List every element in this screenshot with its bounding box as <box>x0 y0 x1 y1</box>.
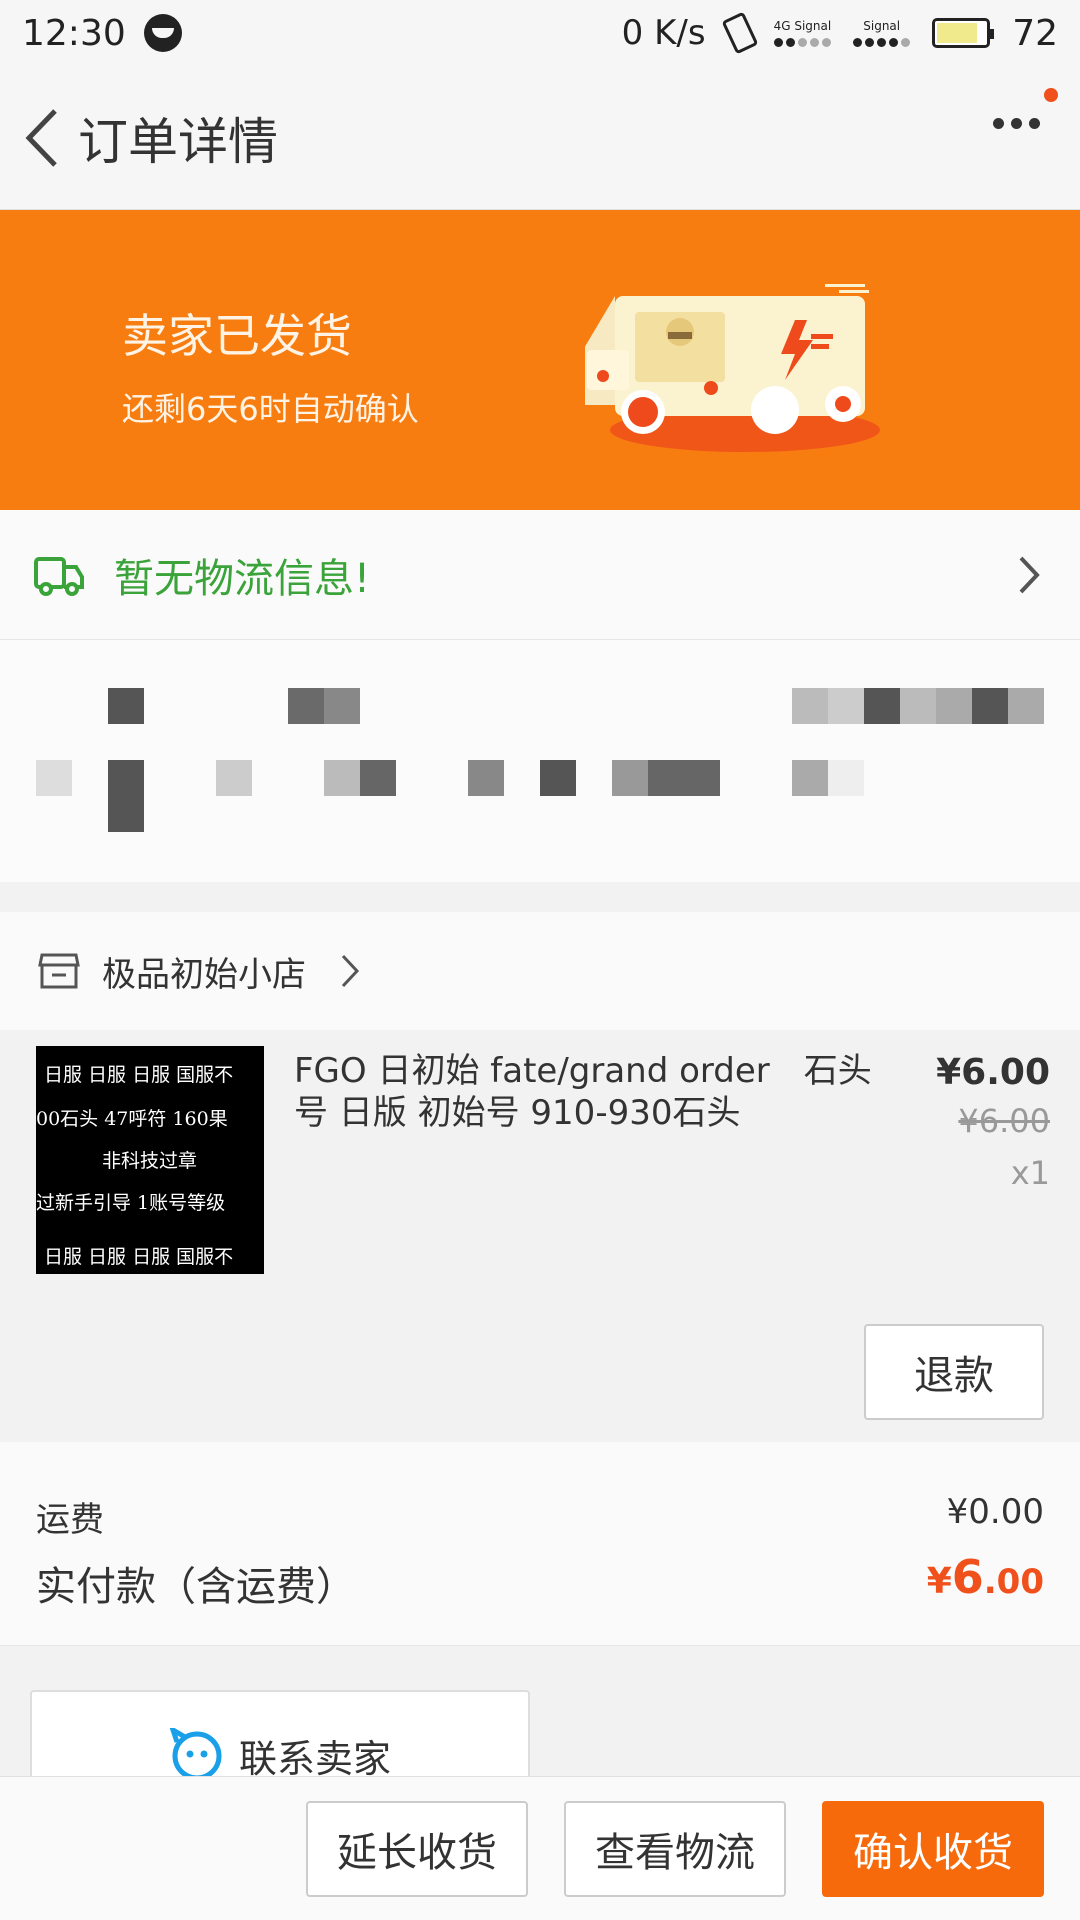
order-status: 卖家已发货 <box>122 309 352 363</box>
shop-icon <box>38 953 80 989</box>
product-original-price: ¥6.00 <box>958 1102 1050 1140</box>
refund-button[interactable]: 退款 <box>864 1324 1044 1420</box>
chevron-right-icon <box>1019 556 1040 593</box>
notification-face-icon <box>143 14 182 52</box>
sim2-signal-icon: Signal <box>853 18 911 47</box>
status-bar: 12:30 0 K/s 4G Signal Signal 72 <box>0 0 1080 66</box>
delivery-truck-illustration <box>585 284 880 452</box>
chat-bubble-icon <box>169 1728 222 1781</box>
shipping-address-redacted <box>0 640 1080 882</box>
back-arrow-icon[interactable] <box>6 66 76 210</box>
order-status-banner: 卖家已发货 还剩6天6时自动确认 <box>0 210 1080 510</box>
status-time: 12:30 <box>22 12 126 54</box>
product-price: ¥6.00 <box>936 1052 1050 1093</box>
thumb-text-2: 00石头 47呼符 160果 <box>36 1108 228 1130</box>
net-speed: 0 K/s <box>621 13 706 53</box>
sim2-label: Signal <box>863 18 901 33</box>
vibrate-icon <box>721 11 759 55</box>
battery-level: 72 <box>1012 12 1058 54</box>
order-totals: 运费 ¥0.00 实付款（含运费） ¥6.00 <box>0 1442 1080 1646</box>
sim1-signal-icon: 4G Signal <box>773 18 832 47</box>
product-title: FGO 日初始 fate/grand order 石头号 日版 初始号 910-… <box>294 1051 872 1133</box>
battery-icon <box>932 18 995 48</box>
logistics-row[interactable]: 暂无物流信息! <box>0 510 1080 640</box>
shipping-fee-value: ¥0.00 <box>946 1492 1044 1532</box>
amount-paid-value: ¥6.00 <box>927 1550 1044 1604</box>
sim1-label: 4G Signal <box>773 18 832 33</box>
more-menu-icon[interactable] <box>993 118 1040 129</box>
notification-dot <box>1044 88 1058 102</box>
bottom-action-bar: 延长收货 查看物流 确认收货 <box>0 1776 1080 1920</box>
thumb-text-4: 过新手引导 1账号等级 <box>36 1192 226 1214</box>
chevron-right-icon <box>341 954 360 988</box>
page-title: 订单详情 <box>78 112 278 171</box>
auto-confirm-countdown: 还剩6天6时自动确认 <box>122 390 419 428</box>
confirm-receipt-button[interactable]: 确认收货 <box>822 1801 1044 1897</box>
thumb-text-3: 非科技过章 <box>102 1150 198 1172</box>
logistics-truck-icon <box>34 556 84 596</box>
product-quantity: x1 <box>1010 1154 1050 1192</box>
amount-paid-integer: 6 <box>951 1550 984 1604</box>
shipping-fee-label: 运费 <box>36 1500 104 1540</box>
thumb-text-1: 日服 日服 日服 国服不 <box>44 1064 234 1086</box>
logistics-status: 暂无物流信息! <box>114 555 371 602</box>
product-thumbnail[interactable]: 日服 日服 日服 国服不 00石头 47呼符 160果 非科技过章 过新手引导 … <box>36 1046 264 1274</box>
view-logistics-button[interactable]: 查看物流 <box>564 1801 786 1897</box>
thumb-text-5: 日服 日服 日服 国服不 <box>44 1246 234 1268</box>
contact-seller-label: 联系卖家 <box>238 1736 391 1781</box>
nav-bar: 订单详情 <box>0 66 1080 210</box>
amount-paid-decimal: .00 <box>983 1562 1044 1602</box>
amount-paid-label: 实付款（含运费） <box>36 1564 356 1610</box>
shop-name: 极品初始小店 <box>102 954 306 995</box>
amount-paid-currency: ¥ <box>926 1561 952 1602</box>
shop-row[interactable]: 极品初始小店 <box>0 912 1080 1030</box>
product-item[interactable]: 日服 日服 日服 国服不 00石头 47呼符 160果 非科技过章 过新手引导 … <box>0 1030 1080 1442</box>
extend-receipt-button[interactable]: 延长收货 <box>306 1801 528 1897</box>
